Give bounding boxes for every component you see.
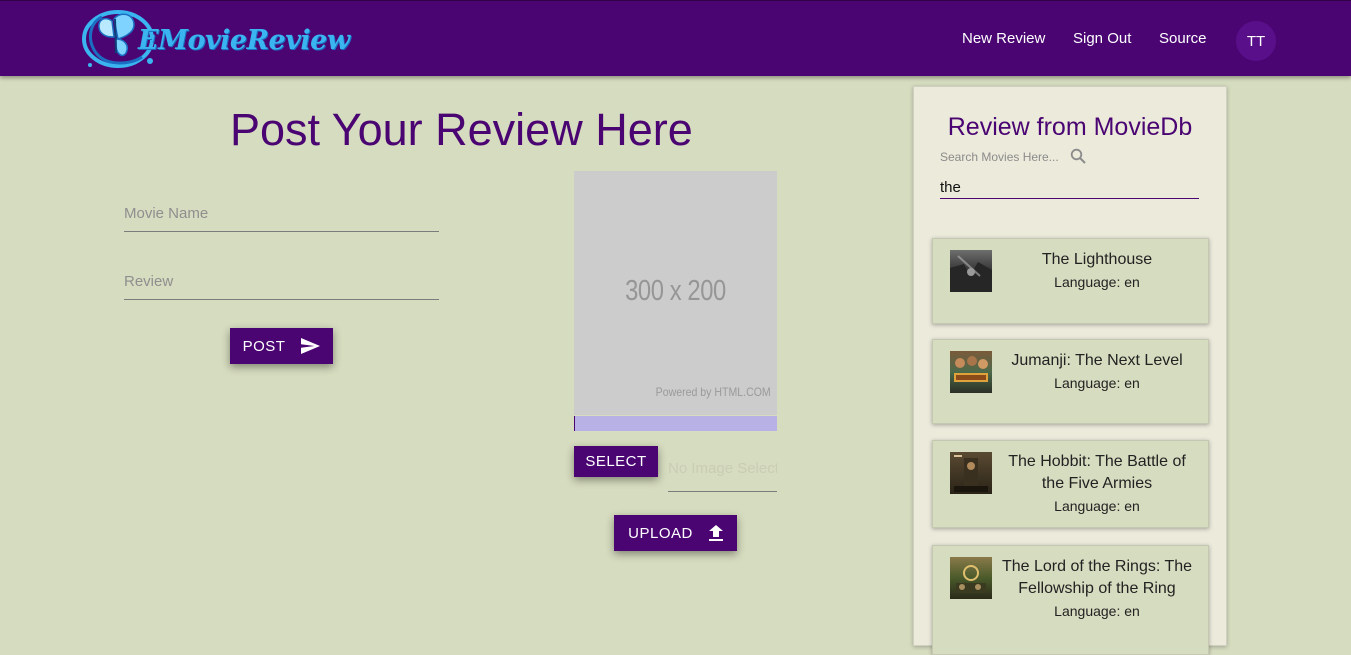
search-label: Search Movies Here... — [940, 150, 1059, 164]
search-icon[interactable] — [1070, 148, 1086, 164]
select-button[interactable]: SELECT — [574, 446, 658, 477]
page-title: Post Your Review Here — [230, 104, 693, 155]
result-info: The Lighthouse Language: en — [1001, 249, 1193, 293]
search-input[interactable] — [940, 177, 1199, 199]
select-button-label: SELECT — [585, 453, 647, 470]
post-button[interactable]: POST — [230, 328, 333, 364]
result-language: Language: en — [1054, 274, 1140, 290]
image-preview-size: 300 x 200 — [625, 275, 726, 307]
upload-progress-bar — [574, 416, 777, 431]
result-title: The Lord of the Rings: The Fellowship of… — [1001, 558, 1193, 597]
post-button-label: POST — [242, 337, 286, 355]
nav-new-review[interactable]: New Review — [962, 30, 1045, 47]
result-card[interactable]: The Lighthouse Language: en — [932, 238, 1209, 324]
image-preview-credit: Powered by HTML.COM — [655, 385, 771, 399]
result-title: The Hobbit: The Battle of the Five Armie… — [1008, 453, 1186, 492]
result-language: Language: en — [1054, 375, 1140, 391]
brand-name: EMovieReview — [138, 25, 350, 56]
result-language: Language: en — [1054, 603, 1140, 619]
movie-poster — [950, 557, 992, 599]
movie-name-input[interactable] — [124, 196, 439, 232]
review-input[interactable] — [124, 264, 439, 300]
result-language: Language: en — [1054, 498, 1140, 514]
navbar: EMovieReview New Review Sign Out Source … — [0, 0, 1351, 76]
movie-poster — [950, 250, 992, 292]
file-name-field[interactable]: No Image Selected — [668, 454, 777, 492]
result-title: The Lighthouse — [1041, 251, 1153, 268]
result-title: Jumanji: The Next Level — [1011, 352, 1183, 369]
result-card[interactable]: Jumanji: The Next Level Language: en — [932, 339, 1209, 424]
result-info: The Hobbit: The Battle of the Five Armie… — [1001, 451, 1193, 517]
moviedb-sidebar: Review from MovieDb Search Movies Here..… — [913, 86, 1227, 655]
movie-poster — [950, 351, 992, 393]
brand-logo[interactable]: EMovieReview — [80, 5, 350, 73]
image-preview: 300 x 200 Powered by HTML.COM — [574, 171, 777, 415]
nav-sign-out[interactable]: Sign Out — [1073, 30, 1131, 47]
result-card[interactable]: The Hobbit: The Battle of the Five Armie… — [932, 440, 1209, 528]
result-info: The Lord of the Rings: The Fellowship of… — [1001, 556, 1193, 622]
avatar[interactable]: TT — [1236, 21, 1276, 61]
movie-poster — [950, 452, 992, 494]
result-card[interactable]: The Lord of the Rings: The Fellowship of… — [932, 545, 1209, 655]
sidebar-title: Review from MovieDb — [947, 113, 1193, 141]
nav-source[interactable]: Source — [1159, 30, 1207, 47]
send-icon — [301, 338, 321, 354]
upload-button[interactable]: UPLOAD — [614, 515, 737, 551]
result-info: Jumanji: The Next Level Language: en — [1001, 350, 1193, 394]
upload-button-label: UPLOAD — [628, 524, 693, 542]
upload-icon — [708, 525, 723, 541]
